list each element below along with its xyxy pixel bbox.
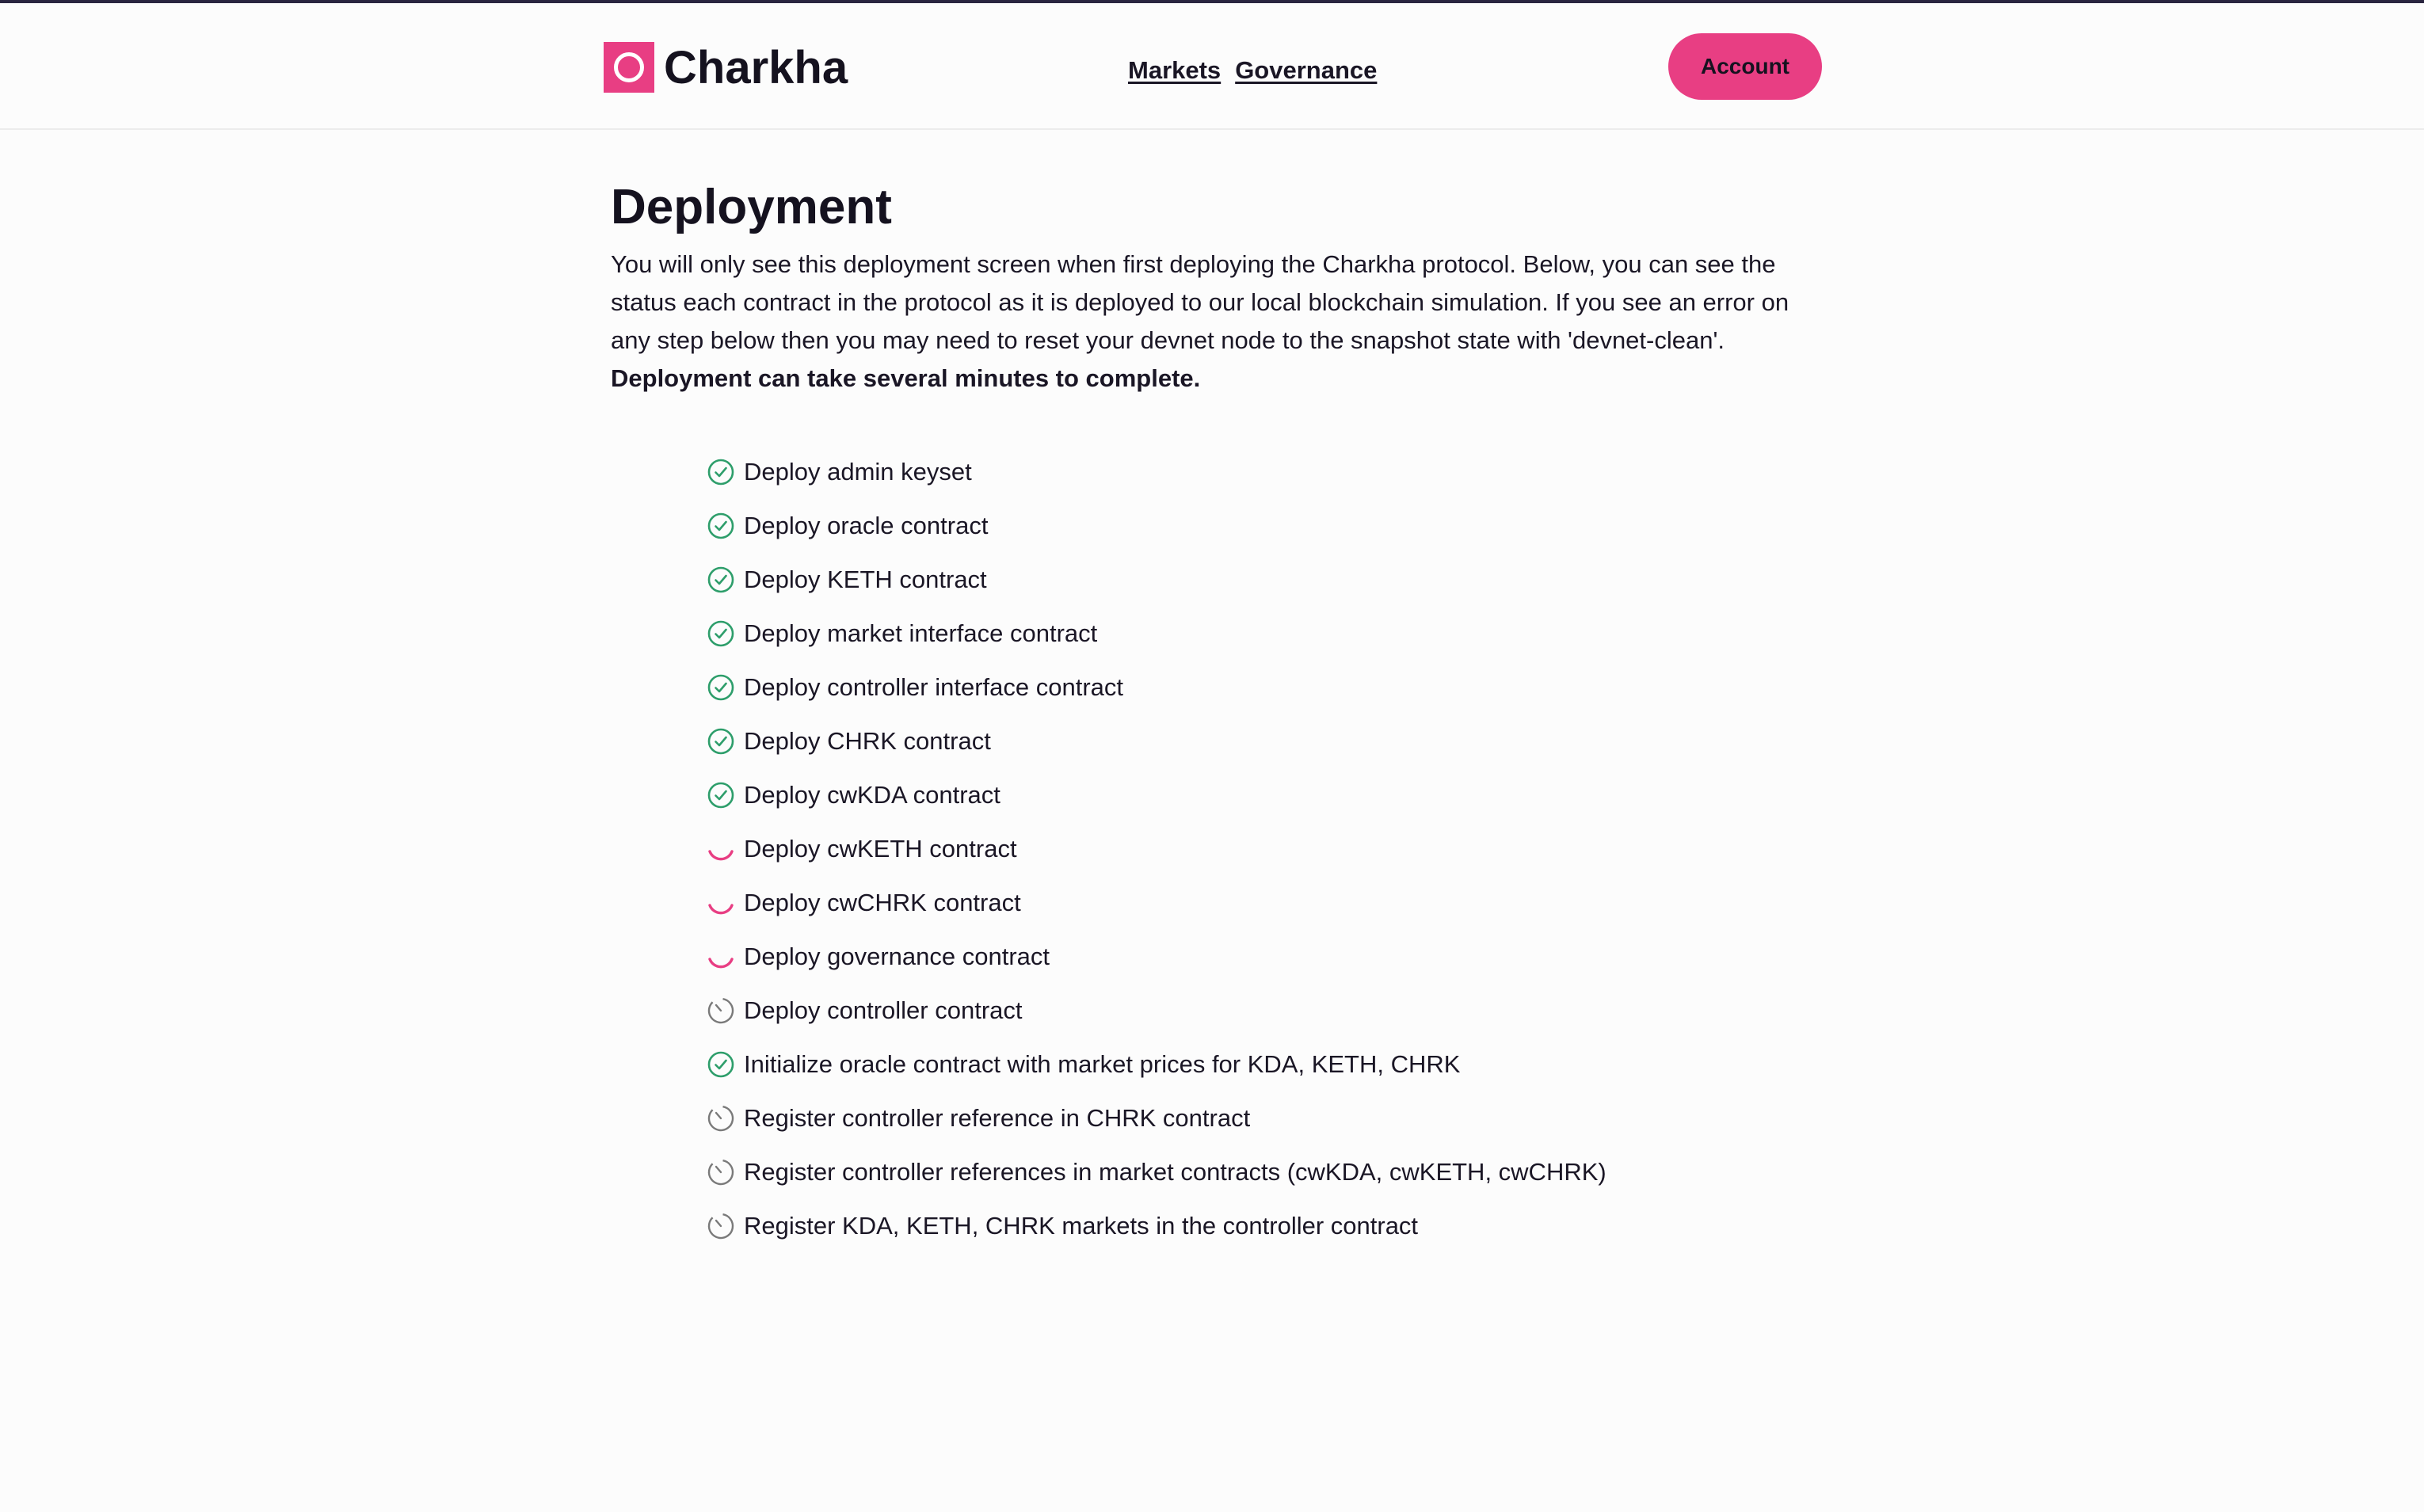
clock-icon	[707, 1159, 734, 1186]
deployment-step: Register controller reference in CHRK co…	[706, 1091, 1606, 1145]
deployment-step: Deploy governance contract	[706, 930, 1606, 984]
step-label: Register controller reference in CHRK co…	[744, 1104, 1251, 1132]
step-label: Deploy admin keyset	[744, 458, 972, 486]
charkha-logo-icon	[604, 42, 654, 93]
check-circle-icon	[707, 512, 734, 539]
check-circle-icon	[707, 1051, 734, 1078]
deployment-step: Deploy controller interface contract	[706, 661, 1606, 714]
deployment-step: Register KDA, KETH, CHRK markets in the …	[706, 1199, 1606, 1253]
step-label: Deploy controller interface contract	[744, 673, 1124, 701]
spinner-icon	[708, 958, 734, 969]
step-label: Deploy market interface contract	[744, 619, 1098, 647]
nav-link-markets[interactable]: Markets	[1128, 56, 1221, 85]
step-label: Register controller references in market…	[744, 1158, 1606, 1186]
deployment-step: Deploy cwCHRK contract	[706, 876, 1606, 930]
deployment-step: Deploy cwKETH contract	[706, 822, 1606, 876]
step-label: Register KDA, KETH, CHRK markets in the …	[744, 1212, 1419, 1240]
deployment-step: Register controller references in market…	[706, 1145, 1606, 1199]
intro-bold-note: Deployment can take several minutes to c…	[611, 364, 1201, 392]
step-label: Initialize oracle contract with market p…	[744, 1050, 1461, 1078]
step-label: Deploy oracle contract	[744, 512, 989, 539]
step-label: Deploy governance contract	[744, 943, 1050, 970]
step-label: Deploy CHRK contract	[744, 727, 991, 755]
main-nav: Markets Governance	[1128, 52, 1377, 89]
check-circle-icon	[707, 674, 734, 701]
check-circle-icon	[707, 566, 734, 593]
deployment-section: Deployment You will only see this deploy…	[611, 176, 1815, 1240]
check-circle-icon	[707, 459, 734, 486]
intro-paragraph: You will only see this deployment screen…	[611, 250, 1789, 354]
step-label: Deploy cwCHRK contract	[744, 889, 1021, 916]
deployment-step: Deploy market interface contract	[706, 607, 1606, 661]
spinner-icon	[708, 850, 734, 861]
step-label: Deploy cwKDA contract	[744, 781, 1000, 809]
check-circle-icon	[707, 782, 734, 809]
deployment-step: Deploy admin keyset	[706, 445, 1606, 499]
deployment-step: Deploy oracle contract	[706, 499, 1606, 553]
nav-link-governance[interactable]: Governance	[1235, 56, 1377, 85]
check-circle-icon	[707, 728, 734, 755]
deployment-steps-list: Deploy admin keyset Deploy oracle contrac…	[706, 445, 1606, 1253]
deployment-step: Initialize oracle contract with market p…	[706, 1038, 1606, 1091]
account-button[interactable]: Account	[1668, 33, 1822, 100]
navbar: Charkha Markets Governance Account	[0, 3, 2424, 130]
step-label: Deploy KETH contract	[744, 566, 987, 593]
brand[interactable]: Charkha	[604, 41, 848, 93]
intro-text: You will only see this deployment screen…	[611, 246, 1815, 398]
deployment-step: Deploy cwKDA contract	[706, 768, 1606, 822]
deployment-step: Deploy controller contract	[706, 984, 1606, 1038]
clock-icon	[707, 1105, 734, 1132]
step-label: Deploy controller contract	[744, 996, 1023, 1024]
deployment-step: Deploy CHRK contract	[706, 714, 1606, 768]
deployment-step: Deploy KETH contract	[706, 553, 1606, 607]
spinner-icon	[708, 904, 734, 915]
page-title: Deployment	[611, 180, 892, 234]
step-label: Deploy cwKETH contract	[744, 835, 1017, 863]
check-circle-icon	[707, 620, 734, 647]
clock-icon	[707, 997, 734, 1024]
clock-icon	[707, 1213, 734, 1240]
brand-name: Charkha	[664, 41, 848, 93]
